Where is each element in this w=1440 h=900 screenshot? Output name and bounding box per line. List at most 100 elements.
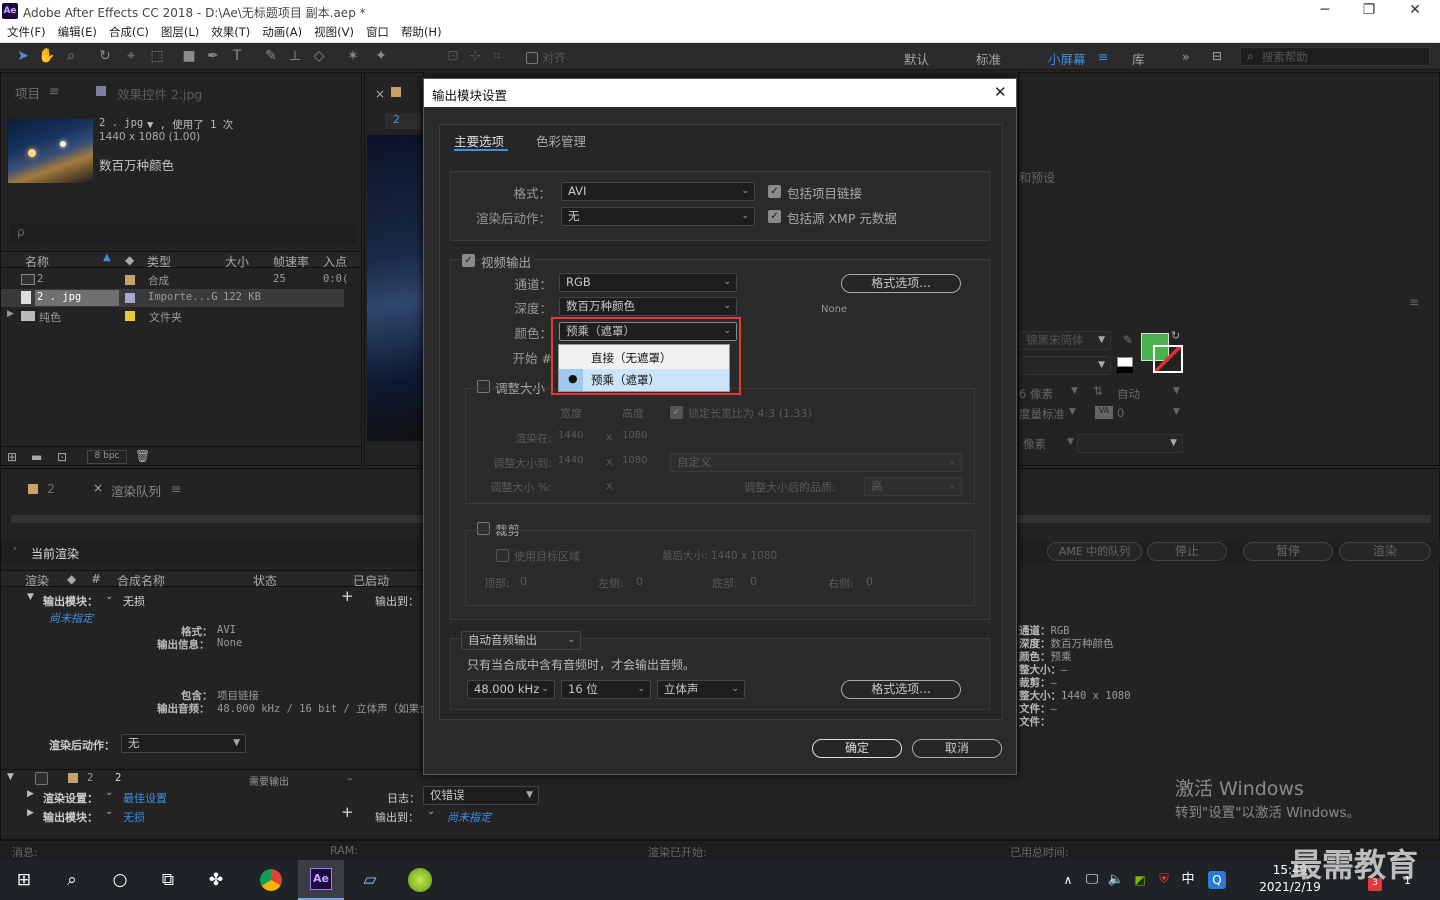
stop-button[interactable]: 停止 (1147, 542, 1227, 561)
expand-arrow-icon[interactable]: › (13, 544, 17, 554)
crop-bottom-value[interactable]: 0 (750, 575, 757, 588)
render-settings-link[interactable]: 最佳设置 (123, 790, 167, 806)
label-color-swatch[interactable] (68, 773, 78, 783)
expand-arrow-icon[interactable]: ▶ (27, 808, 34, 818)
label-color-swatch[interactable] (125, 293, 135, 303)
panel-menu-icon[interactable]: ≡ (171, 481, 181, 496)
workspace-small-screen[interactable]: 小屏幕 (1048, 49, 1086, 68)
eraser-tool-icon[interactable]: ◇ (310, 47, 328, 65)
bit-depth-select[interactable]: 16 位 ⌄ (561, 680, 651, 699)
sample-rate-select[interactable]: 48.000 kHz ⌄ (467, 680, 555, 699)
close-tab-icon[interactable]: × (375, 87, 385, 101)
label-column-icon[interactable]: ◆ (125, 253, 134, 267)
snap-checkbox[interactable] (526, 51, 538, 64)
menu-animation[interactable]: 动画(A) (262, 23, 302, 42)
leading-value[interactable]: 自动 (1117, 386, 1140, 402)
project-search-input[interactable]: ρ (9, 223, 356, 243)
melon-app-icon[interactable] (408, 868, 432, 892)
pause-button[interactable]: 暂停 (1243, 542, 1333, 561)
col-name[interactable]: 名称 (25, 253, 49, 270)
notepad-icon[interactable]: ▱ (358, 868, 382, 892)
tab-effect-controls[interactable]: 效果控件 2.jpg (117, 84, 202, 103)
menu-edit[interactable]: 编辑(E) (58, 23, 97, 42)
post-render-select[interactable]: 无 ⌄ (561, 207, 755, 226)
chevron-down-icon[interactable]: ▼ (1067, 437, 1074, 447)
col-comp-name[interactable]: 合成名称 (117, 572, 165, 589)
output-to-link[interactable]: 尚未指定 (447, 809, 491, 825)
include-link-checkbox[interactable]: ✓ (768, 185, 781, 198)
col-type[interactable]: 类型 (147, 253, 171, 270)
resize-quality-select[interactable]: 高 ⌄ (864, 477, 962, 496)
swap-colors-icon[interactable]: ↻ (1171, 329, 1180, 342)
stroke-width-value[interactable]: 像素 (1023, 436, 1046, 452)
rotate-tool-icon[interactable]: ↻ (96, 47, 114, 65)
network-icon[interactable]: 🖵 (1080, 868, 1104, 892)
dialog-close-button[interactable]: ✕ (994, 83, 1007, 101)
render-button[interactable]: 渲染 (1339, 542, 1431, 561)
hand-tool-icon[interactable]: ✋ (38, 47, 56, 65)
table-row[interactable]: 2 . jpg Importe...G 122 KB (1, 289, 344, 307)
clone-stamp-tool-icon[interactable]: ⊥ (286, 47, 304, 65)
ok-button[interactable]: 确定 (812, 739, 902, 758)
output-not-specified-link[interactable]: 尚未指定 (49, 610, 93, 626)
qq-icon[interactable]: Q (1208, 871, 1226, 889)
task-view-icon[interactable]: ⧉ (156, 868, 180, 892)
search-icon[interactable]: ⌕ (60, 868, 84, 892)
sort-ascending-icon[interactable]: ▲ (103, 252, 111, 263)
video-output-checkbox[interactable]: ✓ (462, 254, 475, 267)
close-tab-icon[interactable]: × (93, 481, 103, 495)
col-in[interactable]: 入点 (323, 253, 347, 270)
black-swatch[interactable] (1117, 367, 1133, 373)
crop-left-value[interactable]: 0 (636, 575, 643, 588)
collapse-arrow-icon[interactable]: ▼ (7, 772, 14, 782)
menu-layer[interactable]: 图层(L) (161, 23, 199, 42)
cortana-icon[interactable]: ○ (108, 868, 132, 892)
crop-right-value[interactable]: 0 (866, 575, 873, 588)
post-render-select[interactable]: 无 ▼ (121, 734, 246, 753)
view-axis-icon[interactable]: ⌗ (488, 47, 506, 65)
stroke-color-swatch[interactable] (1153, 345, 1183, 373)
after-effects-taskbar-button[interactable]: Ae (298, 860, 344, 900)
selection-tool-icon[interactable]: ➤ (14, 47, 32, 65)
chevron-down-icon[interactable]: ⌄ (105, 591, 113, 602)
format-select[interactable]: AVI ⌄ (561, 182, 755, 201)
audio-output-select[interactable]: 自动音频输出 ⌄ (461, 631, 581, 650)
chrome-icon[interactable] (260, 869, 282, 891)
app-pinwheel-icon[interactable]: ✤ (204, 868, 228, 892)
zoom-tool-icon[interactable]: ⌕ (62, 47, 80, 65)
new-composition-icon[interactable]: ⊡ (57, 450, 67, 464)
menu-window[interactable]: 窗口 (366, 23, 389, 42)
chevron-down-icon[interactable]: ⌄ (427, 806, 435, 817)
log-select[interactable]: 仅错误 ▼ (423, 786, 539, 805)
nvidia-icon[interactable]: ◩ (1128, 868, 1152, 892)
help-search-box[interactable]: ⌕ 搜索帮助 (1240, 47, 1430, 66)
dropdown-option-straight[interactable]: 直接（无遮罩） (559, 347, 729, 369)
kerning-value[interactable]: 度量标准 (1019, 406, 1065, 422)
channel-select[interactable]: RGB ⌄ (559, 273, 737, 292)
resize-to-height[interactable]: 1080 (622, 455, 647, 466)
output-module-value[interactable]: 无损 (123, 593, 145, 609)
font-family-select[interactable]: 锦黑宋简体 ▼ (1019, 331, 1111, 350)
tab-main-options[interactable]: 主要选项 (454, 131, 504, 150)
chevron-down-icon[interactable]: ▼ (1173, 407, 1180, 417)
table-row[interactable]: 2 合成 25 0:0( (1, 271, 348, 289)
pen-tool-icon[interactable]: ✒ (204, 47, 222, 65)
minimize-button[interactable]: ─ (1312, 2, 1338, 18)
tab-comp-2[interactable]: 2 (47, 481, 55, 496)
pan-behind-tool-icon[interactable]: ⬚ (148, 47, 166, 65)
col-fps[interactable]: 帧速率 (273, 253, 309, 270)
col-status[interactable]: 状态 (253, 572, 277, 589)
eyedropper-icon[interactable]: ✎ (1123, 333, 1133, 347)
add-output-icon[interactable]: + (341, 803, 354, 821)
chevron-up-icon[interactable]: ∧ (1056, 868, 1080, 892)
output-module-link[interactable]: 无损 (123, 809, 145, 825)
crop-top-value[interactable]: 0 (520, 575, 527, 588)
workspace-default[interactable]: 默认 (904, 49, 929, 68)
ime-indicator[interactable]: 中 (1176, 868, 1200, 892)
label-column-icon[interactable]: ◆ (67, 572, 76, 586)
comp-tab-label[interactable]: 2 (385, 113, 421, 129)
type-tool-icon[interactable]: T (228, 47, 246, 65)
col-number[interactable]: # (91, 572, 101, 586)
menu-help[interactable]: 帮助(H) (401, 23, 442, 42)
roto-brush-tool-icon[interactable]: ✶ (344, 47, 362, 65)
